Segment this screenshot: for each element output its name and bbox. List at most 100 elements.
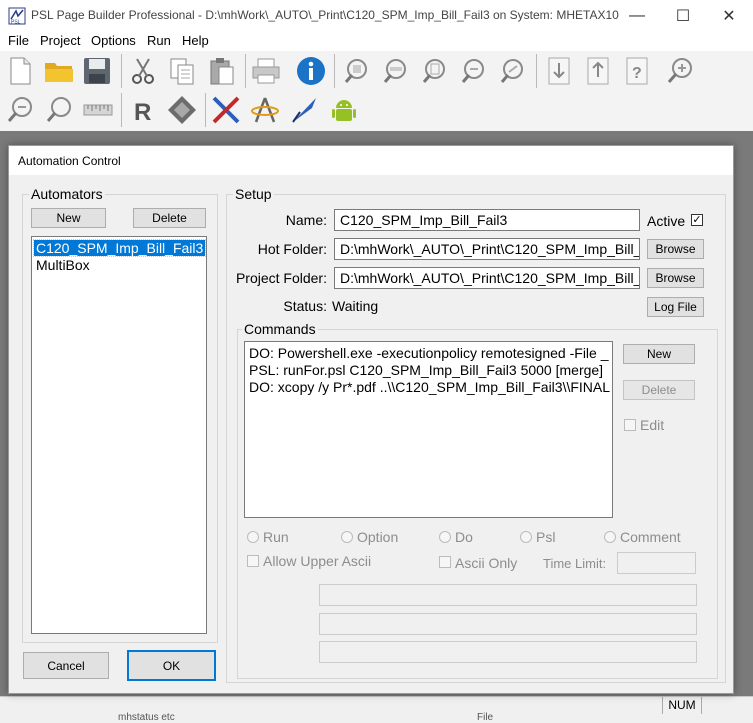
menu-run[interactable]: Run xyxy=(147,33,171,48)
paste-icon[interactable] xyxy=(206,55,238,87)
status-ghost-text: mhstatus etc xyxy=(118,712,175,723)
automation-control-dialog: Automation Control Automators New Delete… xyxy=(8,145,734,694)
ascii-only-checkbox[interactable] xyxy=(439,556,451,568)
zoom-width-icon[interactable] xyxy=(380,55,412,87)
radio-option-label: Option xyxy=(357,529,399,545)
radio-run[interactable] xyxy=(247,531,259,543)
project-folder-label: Project Folder: xyxy=(235,270,327,286)
commands-list[interactable]: DO: Powershell.exe -executionpolicy remo… xyxy=(244,341,613,518)
cancel-button[interactable]: Cancel xyxy=(23,652,109,679)
radio-do[interactable] xyxy=(439,531,451,543)
ruler-icon[interactable] xyxy=(82,94,114,126)
dialog-title: Automation Control xyxy=(18,154,121,168)
project-folder-field[interactable]: D:\mhWork\_AUTO\_Print\C120_SPM_Imp_Bill… xyxy=(334,267,640,289)
allow-upper-ascii-checkbox[interactable] xyxy=(247,555,259,567)
new-automator-button[interactable]: New xyxy=(31,208,106,228)
project-folder-browse-button[interactable]: Browse xyxy=(647,268,704,288)
name-field[interactable]: C120_SPM_Imp_Bill_Fail3 xyxy=(334,209,640,231)
name-label: Name: xyxy=(285,212,327,228)
window-title: PSL Page Builder Professional - D:\mhWor… xyxy=(31,8,619,22)
command-param-field-2[interactable] xyxy=(319,613,697,635)
status-label: Status: xyxy=(283,298,327,314)
r-icon[interactable]: R xyxy=(127,94,159,126)
radio-comment[interactable] xyxy=(604,531,616,543)
toolbar: ? R xyxy=(0,51,753,132)
toolbar-separator xyxy=(536,54,537,88)
active-checkbox[interactable]: ✓ xyxy=(691,214,703,226)
zoom-area-icon[interactable] xyxy=(458,55,490,87)
svg-text:?: ? xyxy=(632,65,642,82)
commands-label: Commands xyxy=(242,321,318,337)
num-lock-indicator: NUM xyxy=(662,697,702,714)
zoom-custom-icon[interactable] xyxy=(497,55,529,87)
close-button[interactable]: ✕ xyxy=(706,0,752,31)
save-icon[interactable] xyxy=(81,55,113,87)
radio-psl[interactable] xyxy=(520,531,532,543)
radio-comment-label: Comment xyxy=(620,529,681,545)
delete-automator-button[interactable]: Delete xyxy=(133,208,206,228)
edit-checkbox[interactable] xyxy=(624,419,636,431)
maximize-button[interactable]: ☐ xyxy=(660,0,706,31)
radio-run-label: Run xyxy=(263,529,289,545)
move-up-icon[interactable] xyxy=(582,55,614,87)
status-value: Waiting xyxy=(332,298,379,314)
cut-icon[interactable] xyxy=(127,55,159,87)
status-ghost-text: File xyxy=(477,712,494,723)
menu-file[interactable]: File xyxy=(8,33,29,48)
list-item[interactable]: DO: Powershell.exe -executionpolicy remo… xyxy=(249,345,609,361)
active-label: Active xyxy=(647,213,686,229)
menu-project[interactable]: Project xyxy=(40,33,80,48)
tag-icon[interactable] xyxy=(166,94,198,126)
automators-label: Automators xyxy=(29,186,105,202)
list-item[interactable]: PSL: runFor.psl C120_SPM_Imp_Bill_Fail3 … xyxy=(249,362,603,378)
radio-do-label: Do xyxy=(455,529,473,545)
new-command-button[interactable]: New xyxy=(623,344,695,364)
copy-icon[interactable] xyxy=(166,55,198,87)
new-file-icon[interactable] xyxy=(4,55,36,87)
ascii-only-label: Ascii Only xyxy=(455,555,518,571)
list-item[interactable]: MultiBox xyxy=(34,257,92,273)
tools-icon[interactable] xyxy=(210,94,242,126)
command-param-field-3[interactable] xyxy=(319,641,697,663)
toolbar-separator xyxy=(121,93,122,127)
zoom-fit-icon[interactable] xyxy=(419,55,451,87)
app-logo-icon: PSL xyxy=(8,7,26,25)
menu-help[interactable]: Help xyxy=(182,33,209,48)
android-icon[interactable] xyxy=(328,94,360,126)
list-item[interactable]: C120_SPM_Imp_Bill_Fail3 xyxy=(32,239,207,257)
zoom-in-icon[interactable] xyxy=(664,55,696,87)
automators-list[interactable]: C120_SPM_Imp_Bill_Fail3 MultiBox xyxy=(31,236,207,634)
toolbar-separator xyxy=(121,54,122,88)
move-down-icon[interactable] xyxy=(543,55,575,87)
svg-text:R: R xyxy=(134,99,151,126)
toolbar-separator xyxy=(334,54,335,88)
allow-upper-ascii-label: Allow Upper Ascii xyxy=(263,553,372,569)
help-icon[interactable]: ? xyxy=(621,55,653,87)
pen-icon[interactable] xyxy=(288,94,320,126)
hot-folder-field[interactable]: D:\mhWork\_AUTO\_Print\C120_SPM_Imp_Bill… xyxy=(334,238,640,260)
compass-icon[interactable] xyxy=(249,94,281,126)
zoom-out-icon[interactable] xyxy=(4,94,36,126)
title-bar: PSL PSL Page Builder Professional - D:\m… xyxy=(0,0,753,31)
radio-option[interactable] xyxy=(341,531,353,543)
minimize-button[interactable]: — xyxy=(614,0,660,31)
print-icon[interactable] xyxy=(250,55,282,87)
menu-bar: File Project Options Run Help xyxy=(0,31,753,51)
open-folder-icon[interactable] xyxy=(43,55,75,87)
zoom-page-icon[interactable] xyxy=(341,55,373,87)
setup-label: Setup xyxy=(233,186,274,202)
ok-button[interactable]: OK xyxy=(127,650,216,681)
list-item[interactable]: DO: xcopy /y Pr*.pdf ..\\C120_SPM_Imp_Bi… xyxy=(249,379,610,395)
toolbar-separator xyxy=(245,54,246,88)
zoom-reset-icon[interactable] xyxy=(43,94,75,126)
status-bar xyxy=(0,696,753,716)
hot-folder-browse-button[interactable]: Browse xyxy=(647,239,704,259)
menu-options[interactable]: Options xyxy=(91,33,136,48)
svg-text:PSL: PSL xyxy=(11,20,21,26)
command-param-field-1[interactable] xyxy=(319,584,697,606)
radio-psl-label: Psl xyxy=(536,529,556,545)
time-limit-field[interactable] xyxy=(617,552,696,574)
log-file-button[interactable]: Log File xyxy=(647,297,704,317)
delete-command-button[interactable]: Delete xyxy=(623,380,695,400)
info-icon[interactable] xyxy=(295,55,327,87)
